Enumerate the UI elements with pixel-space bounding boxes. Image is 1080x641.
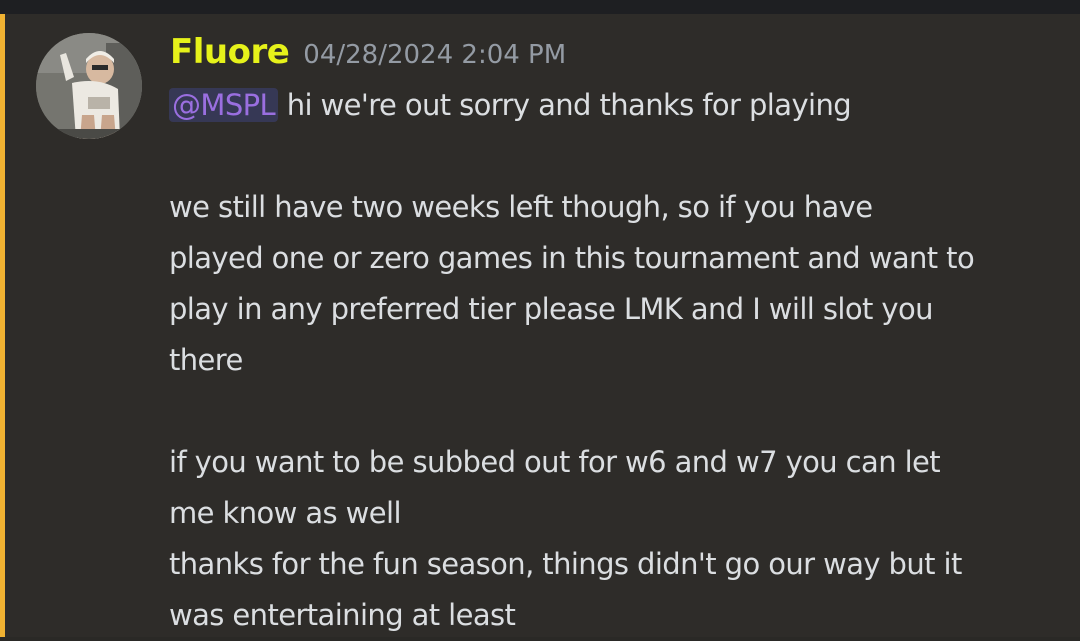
message-line: me know as well	[169, 496, 402, 530]
message-content: @MSPL hi we're out sorry and thanks for …	[169, 80, 1069, 641]
username[interactable]: Fluore	[170, 32, 290, 72]
message-line: we still have two weeks left though, so …	[169, 190, 873, 224]
message-line: if you want to be subbed out for w6 and …	[169, 445, 941, 479]
message-line: thanks for the fun season, things didn't…	[169, 547, 962, 581]
message-line: there	[169, 343, 243, 377]
top-bar	[0, 0, 1080, 14]
message-line: played one or zero games in this tournam…	[169, 241, 975, 275]
avatar-photo-icon	[36, 33, 142, 139]
message-text: hi we're out sorry and thanks for playin…	[278, 88, 852, 122]
message-line: play in any preferred tier please LMK an…	[169, 292, 933, 326]
message-line-1: @MSPL hi we're out sorry and thanks for …	[169, 80, 1069, 131]
user-mention[interactable]: @MSPL	[169, 88, 279, 122]
timestamp: 04/28/2024 2:04 PM	[303, 40, 567, 70]
user-avatar[interactable]	[36, 33, 142, 139]
message-line: was entertaining at least	[169, 598, 516, 632]
chat-message[interactable]: Fluore 04/28/2024 2:04 PM @MSPL hi we're …	[5, 14, 1080, 637]
message-header: Fluore 04/28/2024 2:04 PM	[170, 32, 566, 72]
